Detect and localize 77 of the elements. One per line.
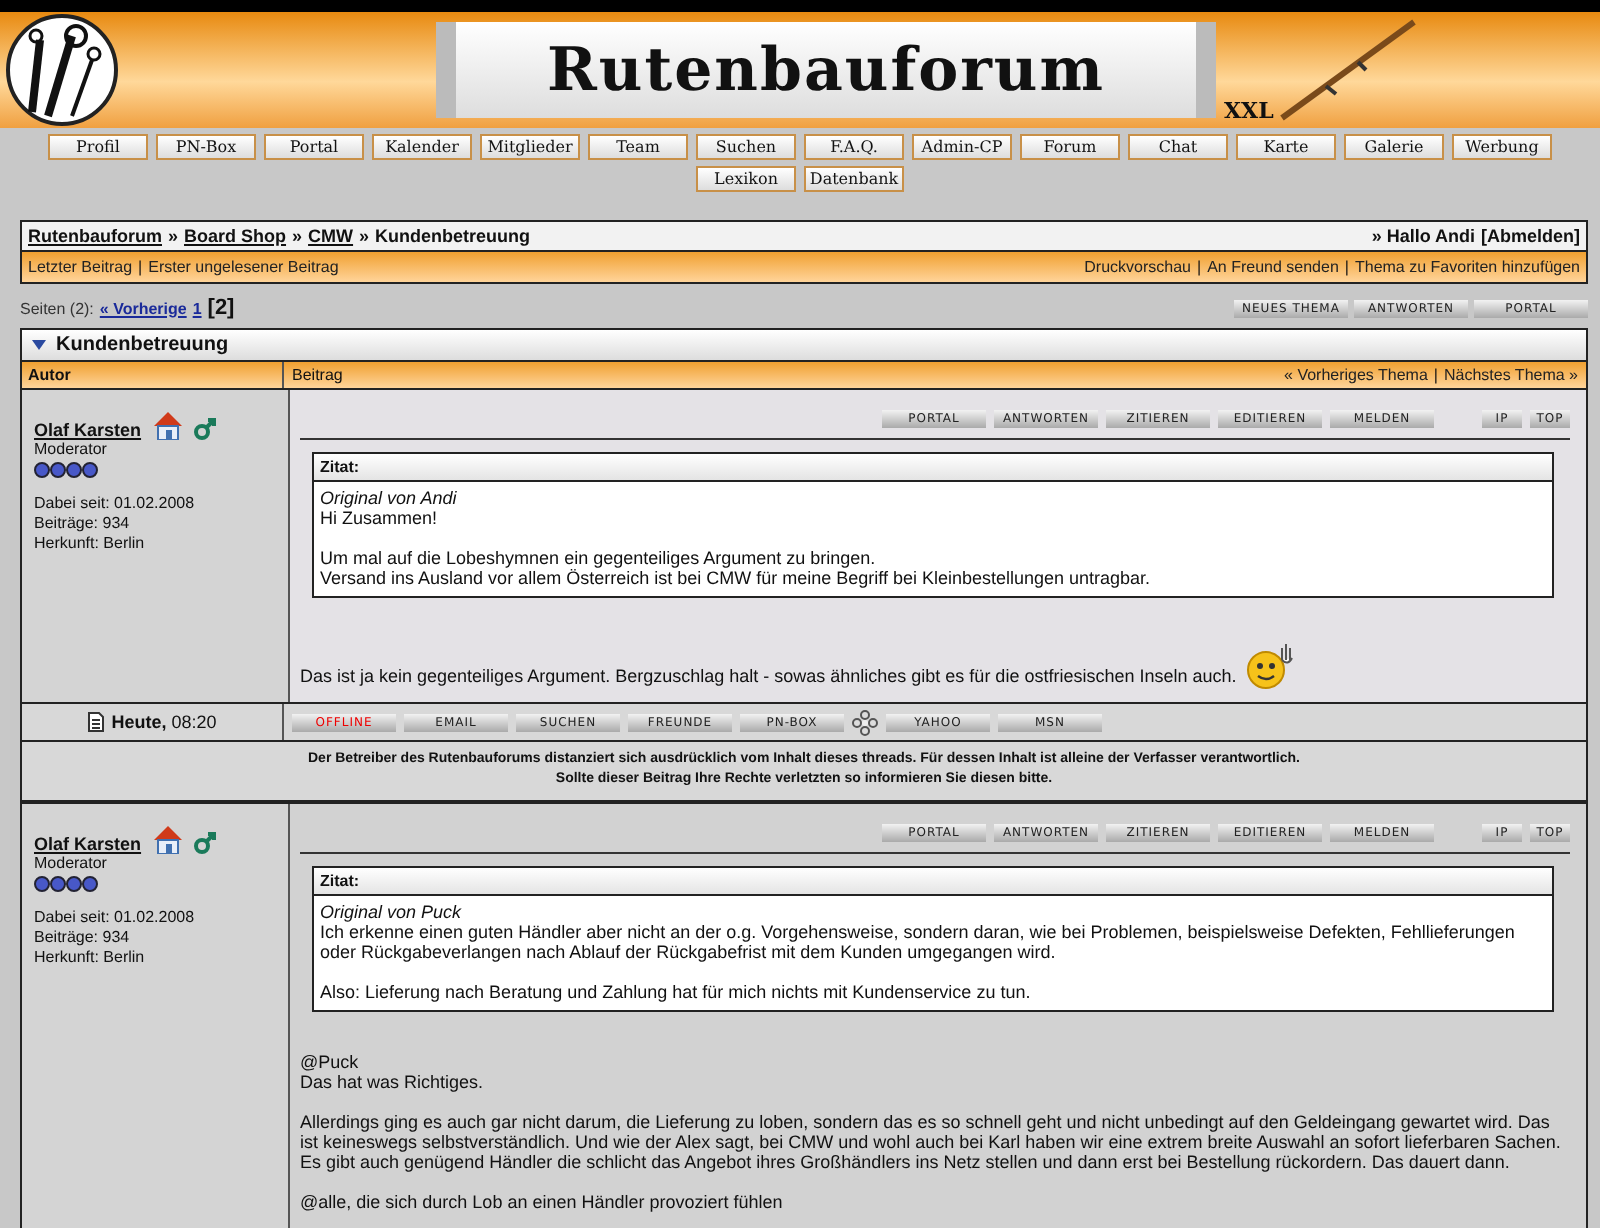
fishing-rod-logo-icon <box>4 12 120 128</box>
post-date: Heute, 08:20 <box>111 712 217 732</box>
post-text: @alle, die sich durch Lob an einen Händler provoziert fühlen <box>300 1192 785 1212</box>
join-date: Dabei seit: 01.02.2008 <box>34 908 197 928</box>
flower-icon[interactable] <box>852 709 878 735</box>
action-link[interactable]: An Freund senden <box>1207 258 1339 276</box>
page-link[interactable]: 1 <box>192 299 202 317</box>
next-thread-link[interactable]: Nächstes Thema » <box>1444 366 1578 384</box>
author-origin: Herkunft: Berlin <box>34 948 147 968</box>
nav-button[interactable]: Datenbank <box>804 166 904 192</box>
nav-button[interactable]: Galerie <box>1344 134 1444 160</box>
breadcrumb-separator: » <box>359 226 370 246</box>
separator: | <box>1433 366 1438 384</box>
action-link[interactable]: Erster ungelesener Beitrag <box>148 258 339 276</box>
breadcrumb-link[interactable]: CMW <box>308 226 354 246</box>
action-link[interactable]: Thema zu Favoriten hinzufügen <box>1354 258 1580 276</box>
author-origin: Herkunft: Berlin <box>34 534 147 554</box>
breadcrumb-link[interactable]: Board Shop <box>184 226 287 246</box>
greeting-text: » Hallo Andi <box>1371 226 1475 246</box>
nav-button[interactable]: Werbung <box>1452 134 1552 160</box>
current-page: [2] <box>207 296 235 320</box>
post-text: Allerdings ging es auch gar nicht darum, die Lieferung zu loben, sondern das es so schnell geht und nicht unbedingt auf den Geldeingang gewartet wird. Das ist keineswegs selbstverständlich. Und wie der Alex sagt, bei CMW und wohl auch bei Karl haben wir eine extrem breite Auswahl an sofort lieferbaren Sachen. Es gibt auch genügend Händler die schlicht das Angebot ihres Großhändlers ins Netz stellen und dann erst bei Bestellung rückordern. Das dauert dann. <box>300 1112 1563 1172</box>
quote-text: Ich erkenne einen guten Händler aber nicht an der o.g. Vorgehensweise, sondern daran, wie bei Problemen, beispielsweise Defekten, Fehllieferungen oder Rückgabeverlangen nach Ablauf der Rückgabefrist mit dem Kunden umgegangen wird. <box>320 922 1517 962</box>
fishing-rod-icon <box>1277 18 1418 122</box>
quote-source: Original von Andi <box>320 488 459 508</box>
quote-source: Original von Puck <box>320 902 464 922</box>
nav-button[interactable]: Team <box>588 134 688 160</box>
male-symbol-icon <box>193 832 216 854</box>
breadcrumb-separator: » <box>292 226 303 246</box>
previous-page-link[interactable]: « Vorherige <box>99 299 187 317</box>
separator: | <box>1344 258 1349 276</box>
quote-text: Hi Zusammen! <box>320 508 440 528</box>
quote-title: Zitat: <box>314 454 1552 482</box>
separator: | <box>1197 258 1202 276</box>
house-icon <box>151 824 184 854</box>
author-name[interactable]: Olaf Karsten <box>34 420 142 440</box>
nav-button[interactable]: Portal <box>264 134 364 160</box>
nav-button[interactable]: Suchen <box>696 134 796 160</box>
post-text: Das ist ja kein gegenteiliges Argument. Bergzuschlag halt - sowas ähnliches gibt es für die ostfriesischen Inseln auch. <box>300 666 1237 686</box>
nav-button[interactable]: Mitglieder <box>480 134 580 160</box>
author-rank: Moderator <box>34 440 109 460</box>
nav-button[interactable]: F.A.Q. <box>804 134 904 160</box>
nav-button[interactable]: Admin-CP <box>912 134 1012 160</box>
column-header: Beitrag <box>292 366 343 384</box>
column-header: Autor <box>28 366 71 384</box>
quote-text: Um mal auf die Lobeshymnen ein gegenteiliges Argument zu bringen. Versand ins Ausland vor allem Österreich ist bei CMW für meine Begriff bei Kleinbestellungen untragbar. <box>320 548 1153 588</box>
nav-button[interactable]: Karte <box>1236 134 1336 160</box>
separator: | <box>138 258 143 276</box>
nav-button[interactable]: PN-Box <box>156 134 256 160</box>
join-date: Dabei seit: 01.02.2008 <box>34 494 197 514</box>
previous-thread-link[interactable]: « Vorheriges Thema <box>1284 366 1428 384</box>
male-symbol-icon <box>193 418 216 440</box>
nav-button[interactable]: Forum <box>1020 134 1120 160</box>
post-text: @Puck Das hat was Richtiges. <box>300 1052 486 1092</box>
document-icon <box>87 712 104 732</box>
logout-link[interactable]: [Abmelden] <box>1481 226 1580 246</box>
breadcrumb-separator: » <box>168 226 179 246</box>
quote-title: Zitat: <box>314 868 1552 896</box>
collapse-arrow-icon[interactable] <box>32 340 46 350</box>
nav-button[interactable]: Profil <box>48 134 148 160</box>
breadcrumb-link[interactable]: Rutenbauforum <box>28 226 162 246</box>
nav-button[interactable]: Chat <box>1128 134 1228 160</box>
quote-text: Also: Lieferung nach Beratung und Zahlung hat für mich nichts mit Kundenservice zu tun. <box>320 982 1033 1002</box>
nav-button[interactable]: Lexikon <box>696 166 796 192</box>
post-count: Beiträge: 934 <box>34 928 132 948</box>
forum-title: Rutenbauforum <box>546 35 1105 105</box>
action-link[interactable]: Druckvorschau <box>1084 258 1191 276</box>
thread-title: Kundenbetreuung <box>56 334 229 356</box>
nav-button[interactable]: Kalender <box>372 134 472 160</box>
post-count: Beiträge: 934 <box>34 514 132 534</box>
author-name[interactable]: Olaf Karsten <box>34 834 142 854</box>
author-rank: Moderator <box>34 854 109 874</box>
pages-label: Seiten (2): <box>20 299 94 317</box>
forum-subtitle: XXL <box>1224 98 1274 124</box>
action-link[interactable]: Letzter Beitrag <box>28 258 133 276</box>
house-icon <box>151 410 184 440</box>
breadcrumb-current: Kundenbetreuung <box>375 226 531 246</box>
